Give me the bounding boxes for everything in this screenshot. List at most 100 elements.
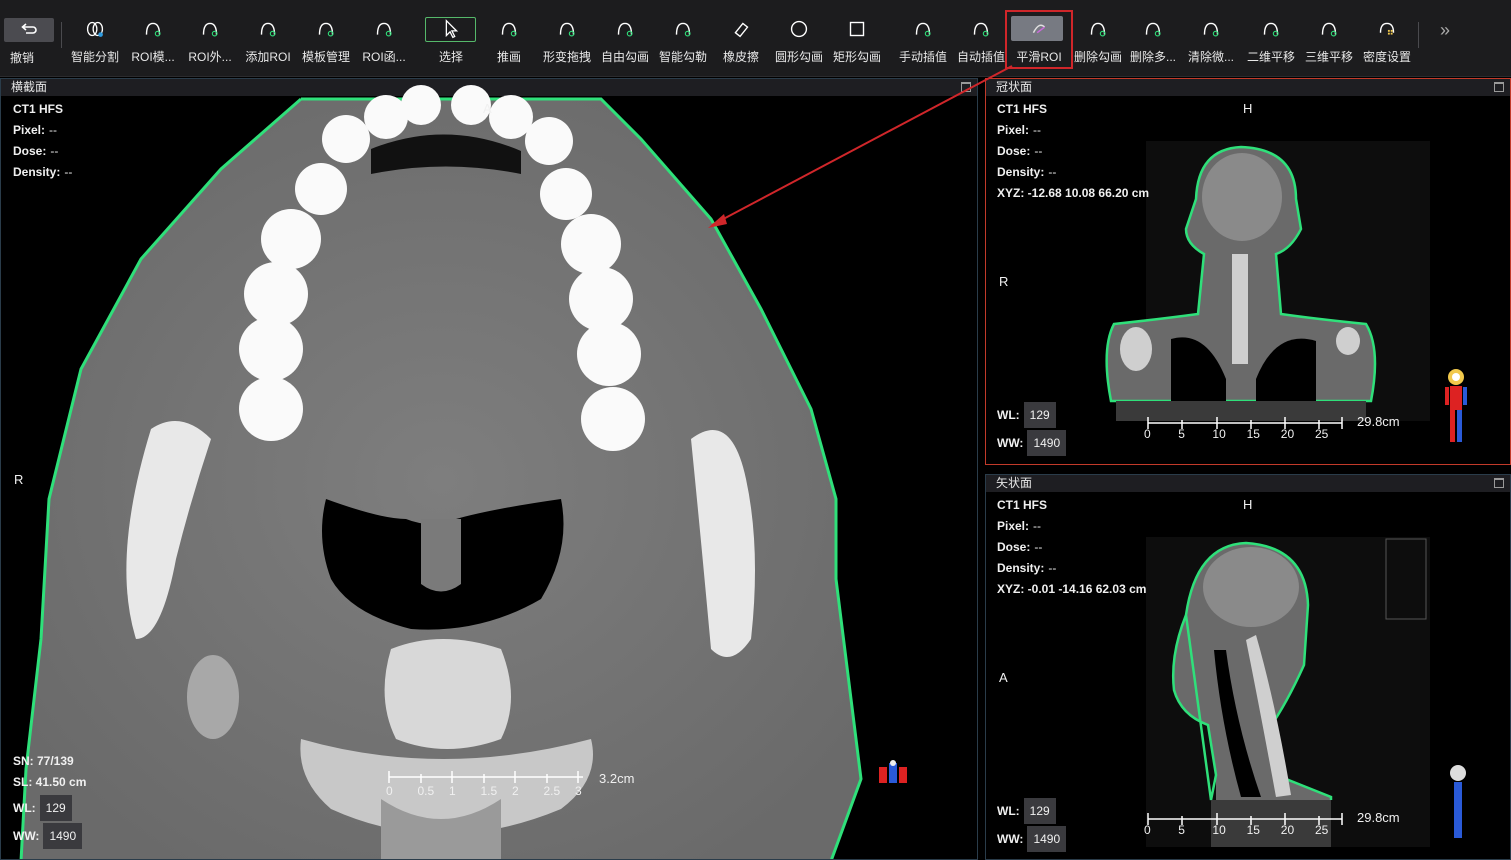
tool-label: 模板管理 bbox=[301, 50, 350, 64]
more-chevron-icon[interactable]: » bbox=[1440, 20, 1450, 41]
scale-tick-label: 1 bbox=[449, 784, 456, 798]
tool-label: ROI模... bbox=[131, 50, 175, 64]
sagittal-orient-top: H bbox=[1243, 497, 1253, 512]
sagittal-dose-row: Dose: -- bbox=[997, 540, 1043, 554]
tool-clear-small-button[interactable]: 清除微... bbox=[1182, 16, 1240, 72]
roi-outer-icon bbox=[196, 16, 224, 42]
axial-density-row: Density: -- bbox=[13, 165, 73, 179]
template-manage-icon bbox=[312, 16, 340, 42]
scale-tick-label: 5 bbox=[1178, 823, 1185, 837]
axial-ww-row[interactable]: WW: 1490 bbox=[13, 823, 86, 849]
smart-outline-icon bbox=[669, 16, 697, 42]
tool-roi-outer-button[interactable]: ROI外... bbox=[181, 16, 239, 72]
tool-eraser-button[interactable]: 橡皮擦 bbox=[712, 16, 770, 72]
sagittal-ww-row[interactable]: WW: 1490 bbox=[997, 826, 1067, 852]
tool-delete-contour-button[interactable]: 删除勾画 bbox=[1069, 16, 1127, 72]
coronal-orient-top: H bbox=[1243, 101, 1253, 116]
scale-tick-label: 3 bbox=[575, 784, 582, 798]
tool-deform-drag-button[interactable]: 形变拖拽 bbox=[538, 16, 596, 72]
tool-template-manage-button[interactable]: 模板管理 bbox=[297, 16, 355, 72]
coronal-density-row: Density: -- bbox=[997, 165, 1057, 179]
scale-tick-label: 20 bbox=[1280, 823, 1295, 837]
axial-pixel-row: Pixel: -- bbox=[13, 123, 58, 137]
tool-label: 橡皮擦 bbox=[722, 50, 759, 64]
roi-function-icon bbox=[370, 16, 398, 42]
axial-info: CT1 HFS Pixel: -- Dose: -- Density: -- bbox=[13, 99, 72, 183]
tool-manual-interp-button[interactable]: 手动插值 bbox=[894, 16, 952, 72]
axial-wl-row[interactable]: WL: 129 bbox=[13, 795, 86, 821]
coronal-wl-row[interactable]: WL: 129 bbox=[997, 402, 1066, 428]
tool-push-draw-button[interactable]: 推画 bbox=[480, 16, 538, 72]
undo-button[interactable] bbox=[4, 18, 54, 42]
auto-interp-icon bbox=[967, 16, 995, 42]
coronal-ww-row[interactable]: WW: 1490 bbox=[997, 430, 1067, 456]
toolbar-divider bbox=[1418, 22, 1419, 48]
sagittal-panel[interactable]: 矢状面 H A CT1 HFS Pixel: -- Dose: -- Density… bbox=[985, 474, 1511, 860]
tool-auto-interp-button[interactable]: 自动插值 bbox=[952, 16, 1010, 72]
axial-panel[interactable]: 横截面 A R CT1 HFS Pixel: -- Dose: -- Densi… bbox=[0, 78, 978, 860]
scale-tick-label: 15 bbox=[1246, 427, 1260, 441]
axial-ct-image[interactable] bbox=[1, 79, 978, 860]
toolbar-divider bbox=[61, 22, 62, 48]
tool-label: 删除多... bbox=[1129, 50, 1176, 64]
density-icon bbox=[1373, 16, 1401, 42]
tool-label: 手动插值 bbox=[898, 50, 947, 64]
coronal-scale-label: 29.8cm bbox=[1357, 414, 1400, 429]
clear-small-icon bbox=[1197, 16, 1225, 42]
axial-scale-ruler bbox=[388, 771, 583, 783]
scale-tick-label: 10 bbox=[1212, 427, 1226, 441]
push-draw-icon bbox=[495, 16, 523, 42]
scale-tick-label: 2 bbox=[512, 784, 519, 798]
orientation-cube-icon bbox=[879, 760, 907, 783]
scale-tick-label: 0 bbox=[386, 784, 393, 798]
axial-dose-row: Dose: -- bbox=[13, 144, 59, 158]
rect-draw-icon bbox=[843, 16, 871, 42]
scale-tick-label: 0 bbox=[1144, 427, 1151, 441]
circle-draw-icon bbox=[785, 16, 813, 42]
tool-label: 自动插值 bbox=[956, 50, 1005, 64]
scale-tick-label: 25 bbox=[1315, 823, 1329, 837]
roi-template-icon bbox=[139, 16, 167, 42]
tool-select-cursor-button[interactable]: 选择 bbox=[422, 16, 480, 72]
scale-tick-label: 20 bbox=[1280, 427, 1295, 441]
body-orientation-side-icon bbox=[1450, 765, 1466, 838]
sagittal-wl-row[interactable]: WL: 129 bbox=[997, 798, 1066, 824]
tool-smart-outline-button[interactable]: 智能勾勒 bbox=[654, 16, 712, 72]
tool-label: 智能勾勒 bbox=[658, 50, 707, 64]
tool-delete-multi-button[interactable]: 删除多... bbox=[1124, 16, 1182, 72]
tool-add-roi-button[interactable]: 添加ROI bbox=[239, 16, 297, 72]
tool-free-draw-button[interactable]: 自由勾画 bbox=[596, 16, 654, 72]
scale-tick-label: 0.5 bbox=[417, 784, 435, 798]
tool-label: 圆形勾画 bbox=[774, 50, 823, 64]
tool-circle-draw-button[interactable]: 圆形勾画 bbox=[770, 16, 828, 72]
toolbar: 撤销 智能分割 ROI模... ROI外... 添加ROI 模板管理 ROI函... 选择 推… bbox=[0, 0, 1511, 77]
select-cursor-icon bbox=[437, 16, 465, 42]
tool-label: 添加ROI bbox=[245, 50, 291, 64]
tool-smart-segment-button[interactable]: 智能分割 bbox=[66, 16, 124, 72]
axial-orient-top: A bbox=[483, 101, 492, 116]
tool-move-3d-button[interactable]: 三维平移 bbox=[1300, 16, 1358, 72]
tool-rect-draw-button[interactable]: 矩形勾画 bbox=[828, 16, 886, 72]
tool-label: 二维平移 bbox=[1246, 50, 1295, 64]
axial-slice-info: SN: 77/139 SL: 41.50 cm WL: 129 WW: 1490 bbox=[13, 751, 86, 849]
move-2d-icon bbox=[1257, 16, 1285, 42]
sagittal-series: CT1 HFS bbox=[997, 498, 1048, 512]
coronal-panel[interactable]: 冠状面 H R CT1 HFS Pixel: -- Dose: -- Density… bbox=[985, 78, 1511, 465]
tool-label: 密度设置 bbox=[1362, 50, 1411, 64]
axial-scale-label: 3.2cm bbox=[599, 771, 635, 786]
coronal-info: CT1 HFS Pixel: -- Dose: -- Density: -- XYZ:… bbox=[997, 99, 1149, 204]
undo-icon bbox=[21, 23, 37, 34]
tool-label: 矩形勾画 bbox=[832, 50, 881, 64]
manual-interp-icon bbox=[909, 16, 937, 42]
smart-segment-icon bbox=[81, 16, 109, 42]
sagittal-info: CT1 HFS Pixel: -- Dose: -- Density: -- XYZ:… bbox=[997, 495, 1146, 600]
coronal-window-info: WL: 129 WW: 1490 bbox=[997, 402, 1067, 456]
coronal-orient-left: R bbox=[999, 274, 1009, 289]
tool-move-2d-button[interactable]: 二维平移 bbox=[1242, 16, 1300, 72]
tool-label: ROI外... bbox=[188, 50, 232, 64]
tool-density-button[interactable]: 密度设置 bbox=[1358, 16, 1416, 72]
coronal-xyz: XYZ: -12.68 10.08 66.20 cm bbox=[997, 186, 1150, 200]
tool-roi-template-button[interactable]: ROI模... bbox=[124, 16, 182, 72]
sagittal-density-row: Density: -- bbox=[997, 561, 1057, 575]
tool-roi-function-button[interactable]: ROI函... bbox=[355, 16, 413, 72]
